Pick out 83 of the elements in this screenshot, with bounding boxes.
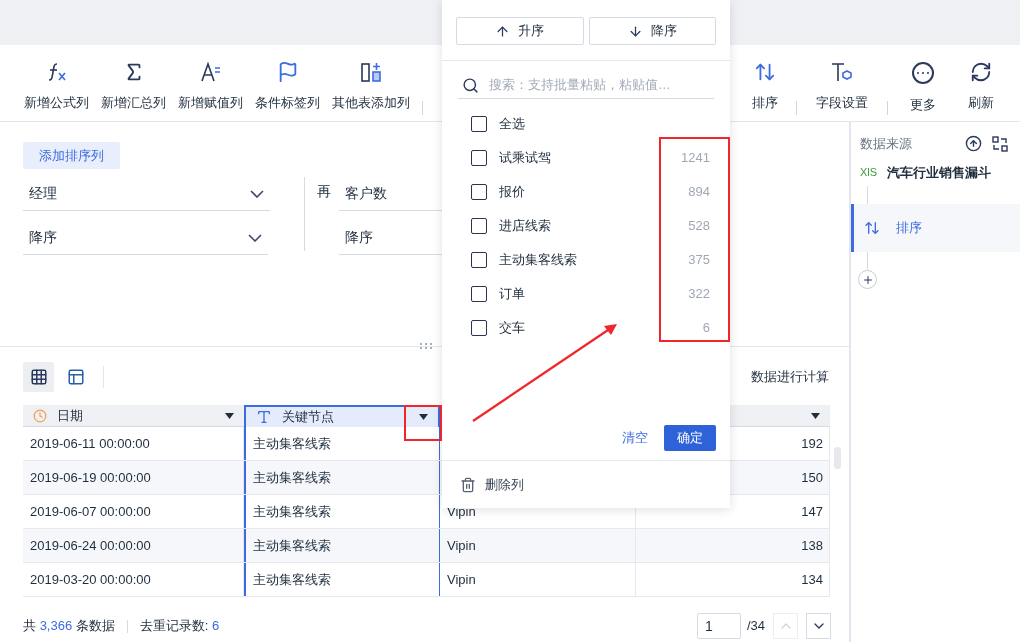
table-cell: Vipin (440, 563, 636, 596)
toolbar-button[interactable]: 排序 (740, 61, 790, 113)
chevron-down-icon (250, 189, 264, 198)
page-total: /34 (746, 617, 765, 636)
checkbox[interactable] (471, 286, 487, 302)
trash-icon (460, 476, 476, 493)
table-cell: 138 (636, 529, 830, 562)
data-source-name: 汽车行业销售漏斗 (887, 163, 992, 182)
calculation-note: 数据进行计算 (751, 368, 829, 387)
toolbar-button[interactable]: 新增汇总列 (95, 61, 172, 113)
table-cell: 主动集客线索 (244, 563, 440, 596)
drag-handle-icon (419, 342, 434, 350)
column-header[interactable]: 日期 (23, 405, 244, 427)
toolbar-button[interactable]: 刷新 (952, 61, 1010, 113)
option-count: 894 (688, 183, 710, 202)
letter-equals-icon (199, 61, 222, 83)
upload-icon[interactable] (965, 135, 982, 153)
scrollbar-thumb[interactable] (834, 447, 841, 469)
refresh-icon (970, 61, 992, 83)
toolbar-button[interactable]: 条件标签列 (249, 61, 326, 113)
then-label: 再 (317, 182, 331, 201)
sort-icon (864, 220, 880, 236)
plus-icon (861, 273, 874, 286)
table-cell: 2019-06-07 00:00:00 (23, 495, 244, 528)
distinct-count-text: 去重记录数: 6 (139, 617, 220, 636)
option-count: 1241 (681, 149, 710, 168)
filter-option[interactable]: 订单 322 (442, 277, 730, 311)
sort-icon (754, 61, 776, 83)
toolbar-button[interactable]: 新增公式列 (18, 61, 95, 113)
toolbar-button[interactable]: 更多 (894, 61, 952, 115)
dropdown-arrow-icon[interactable] (225, 412, 234, 419)
grid-icon (29, 368, 48, 386)
search-icon (462, 77, 479, 94)
dropdown-arrow-icon[interactable] (811, 412, 820, 419)
sort-ascending-button[interactable]: 升序 (456, 17, 584, 45)
option-count: 528 (688, 217, 710, 236)
grid-view-button[interactable] (23, 362, 54, 392)
dropdown-arrow-icon[interactable] (419, 414, 428, 420)
page-input[interactable]: 1 (696, 613, 741, 639)
switch-source-icon[interactable] (992, 135, 1008, 152)
table-cell: 2019-06-11 00:00:00 (23, 427, 244, 460)
option-count: 6 (702, 319, 710, 338)
panel-title: 数据来源 (860, 135, 913, 153)
add-column-icon (360, 61, 382, 83)
table-cell: 2019-06-19 00:00:00 (23, 461, 244, 494)
total-records-text: 共 3,366 条数据 (23, 617, 115, 636)
add-sort-column-button[interactable]: 添加排序列 (23, 142, 120, 169)
text-type-icon (256, 409, 272, 425)
sort-up-icon (495, 23, 511, 39)
checkbox[interactable] (471, 116, 487, 132)
checkbox[interactable] (471, 184, 487, 200)
sort-descending-button[interactable]: 降序 (588, 17, 716, 45)
checkbox[interactable] (471, 320, 487, 336)
next-page-button[interactable] (806, 613, 831, 639)
filter-option[interactable]: 全选 (442, 107, 730, 141)
text-gear-icon (830, 61, 854, 83)
column-header[interactable]: 关键节点 (244, 405, 440, 427)
toolbar-button[interactable]: 其他表添加列 (326, 61, 416, 113)
table-cell: 134 (636, 563, 830, 596)
chevron-down-icon (248, 233, 262, 242)
table-cell: 2019-06-24 00:00:00 (23, 529, 244, 562)
checkbox[interactable] (471, 150, 487, 166)
more-icon (911, 61, 935, 85)
option-count: 322 (688, 285, 710, 304)
search-field[interactable]: 搜索：支持批量粘贴，粘贴值… (458, 73, 714, 99)
step-item[interactable]: 排序 (851, 204, 1020, 252)
filter-option[interactable]: 交车 6 (442, 311, 730, 345)
highlight-frame (404, 405, 442, 441)
toolbar-button[interactable]: 新增赋值列 (172, 61, 249, 113)
layout-icon (66, 368, 85, 386)
table-cell: Vipin (440, 529, 636, 562)
sort-down-icon (627, 23, 643, 39)
checkbox[interactable] (471, 252, 487, 268)
select-field[interactable]: 降序 (23, 221, 268, 255)
file-type-label: XlS (860, 165, 878, 180)
confirm-button[interactable]: 确定 (664, 425, 716, 451)
checkbox[interactable] (471, 218, 487, 234)
table-cell: 2019-03-20 00:00:00 (23, 563, 244, 596)
select-field[interactable]: 经理 (23, 177, 270, 211)
filter-option[interactable]: 试乘试驾 1241 (442, 141, 730, 175)
clock-icon (33, 408, 47, 423)
toolbar-button[interactable]: 字段设置 (803, 61, 881, 113)
option-count: 375 (688, 251, 710, 270)
